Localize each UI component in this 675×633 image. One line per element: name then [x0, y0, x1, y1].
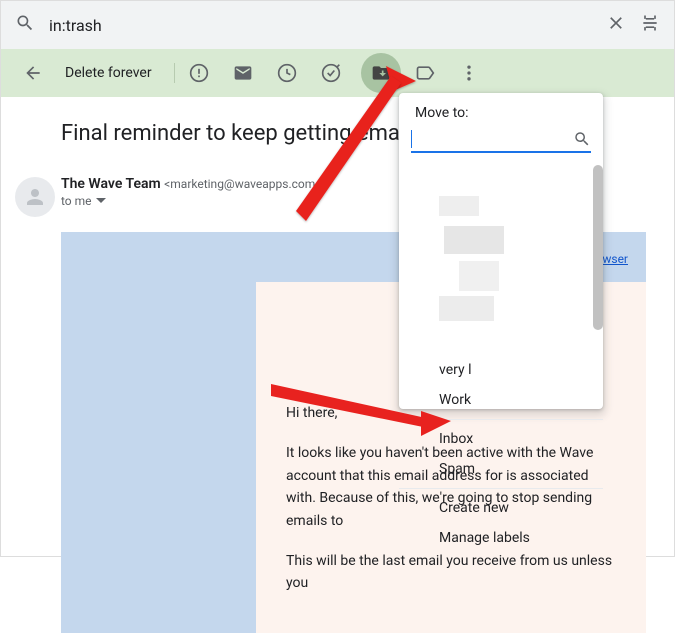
view-in-browser-link[interactable]: wser [602, 252, 628, 266]
search-bar [1, 1, 674, 49]
sender-email: <marketing@waveapps.com [164, 177, 315, 191]
back-button[interactable] [13, 53, 53, 93]
add-to-tasks-button[interactable] [311, 53, 351, 93]
popup-title: Move to: [399, 105, 603, 127]
labels-button[interactable] [405, 53, 445, 93]
popup-item-spam[interactable]: Spam [399, 454, 603, 484]
move-to-button[interactable] [361, 53, 401, 93]
delete-forever-button[interactable]: Delete forever [57, 65, 170, 81]
popup-label-item[interactable]: Work [399, 385, 603, 415]
search-icon [573, 130, 591, 148]
email-toolbar: Delete forever [1, 49, 674, 97]
more-button[interactable] [449, 53, 489, 93]
popup-item-inbox[interactable]: Inbox [399, 424, 603, 454]
popup-item-manage-labels[interactable]: Manage labels [399, 523, 603, 553]
search-input[interactable] [49, 16, 592, 35]
search-options-icon[interactable] [640, 13, 660, 37]
redacted-overlay [429, 176, 539, 346]
sender-name: The Wave Team [61, 176, 161, 192]
report-spam-button[interactable] [179, 53, 219, 93]
popup-scrollbar[interactable] [593, 165, 603, 330]
snooze-button[interactable] [267, 53, 307, 93]
popup-label-item[interactable]: very l [399, 355, 603, 385]
popup-search-input[interactable] [412, 131, 591, 147]
avatar [15, 177, 55, 217]
mark-unread-button[interactable] [223, 53, 263, 93]
search-icon [15, 13, 35, 37]
popup-item-create-new[interactable]: Create new [399, 493, 603, 523]
popup-search[interactable] [411, 127, 591, 153]
clear-search-icon[interactable] [606, 13, 626, 37]
